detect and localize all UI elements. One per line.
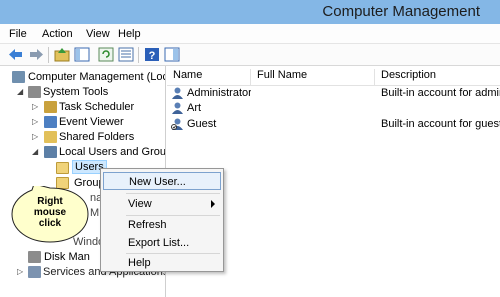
table-row[interactable]: Administrator Built-in account for admin… (167, 86, 500, 101)
user-disabled-icon (171, 118, 184, 130)
callout-line-1: Right (37, 196, 63, 207)
folder-icon (56, 162, 69, 174)
svg-text:?: ? (149, 50, 156, 62)
user-name: Art (187, 102, 202, 114)
expand-icon[interactable]: ▷ (32, 103, 40, 111)
window-title: Computer Management (322, 3, 480, 20)
disk-management-icon (28, 251, 41, 263)
menu-item-view-label: View (128, 198, 152, 210)
computer-management-icon (12, 71, 25, 83)
refresh-icon[interactable] (98, 47, 114, 62)
menu-item-help[interactable]: Help (103, 254, 221, 272)
services-icon (28, 266, 41, 278)
console-pane-icon[interactable] (164, 47, 180, 62)
submenu-arrow-icon (211, 200, 215, 208)
expand-icon[interactable]: ▷ (17, 268, 25, 276)
user-icon (171, 87, 184, 99)
context-menu: New User... View Refresh Export List... … (100, 168, 224, 272)
column-header-description[interactable]: Description (375, 69, 500, 85)
expand-icon[interactable]: ▷ (32, 133, 40, 141)
shared-folders-icon (44, 131, 57, 143)
right-click-callout: Right mouse click (10, 186, 94, 246)
tree-item-system-tools[interactable]: ◢ System Tools (0, 85, 165, 100)
tree-item-shared-folders[interactable]: ▷ Shared Folders (0, 130, 165, 145)
system-tools-icon (28, 86, 41, 98)
menu-separator (126, 193, 220, 194)
tree-item-task-scheduler[interactable]: ▷ Task Scheduler (0, 100, 165, 115)
menu-bar: File Action View Help (0, 24, 500, 44)
callout-line-3: click (38, 218, 62, 229)
menu-view[interactable]: View (86, 28, 110, 40)
users-groups-icon (44, 146, 57, 158)
collapse-icon[interactable]: ◢ (32, 148, 40, 156)
user-icon (171, 102, 184, 114)
column-header-name[interactable]: Name (167, 69, 251, 85)
toolbar-separator (48, 47, 49, 63)
forward-icon[interactable] (28, 47, 44, 62)
callout-line-2: mouse (33, 207, 67, 218)
show-hide-tree-icon[interactable] (74, 47, 90, 62)
export-list-icon[interactable] (118, 47, 134, 62)
user-description: Built-in account for admini (381, 87, 500, 99)
menu-item-new-user[interactable]: New User... (103, 172, 221, 190)
tree-item-computer-management[interactable]: Computer Management (Local (0, 70, 165, 85)
menu-help[interactable]: Help (118, 28, 141, 40)
table-row[interactable]: Art (167, 101, 500, 116)
up-folder-icon[interactable] (54, 47, 70, 62)
menu-item-view[interactable]: View (103, 195, 221, 213)
table-row[interactable]: Guest Built-in account for guest a (167, 117, 500, 132)
tree-item-event-viewer[interactable]: ▷ Event Viewer (0, 115, 165, 130)
user-description: Built-in account for guest a (381, 118, 500, 130)
back-icon[interactable] (8, 47, 24, 62)
event-viewer-icon (44, 116, 57, 128)
user-name: Guest (187, 118, 217, 130)
title-bar: Computer Management (0, 0, 500, 24)
menu-file[interactable]: File (9, 28, 27, 40)
toolbar-separator (138, 47, 139, 63)
column-header-full-name[interactable]: Full Name (251, 69, 375, 85)
menu-item-refresh[interactable]: Refresh (103, 216, 221, 234)
help-icon[interactable]: ? (144, 47, 160, 62)
menu-action[interactable]: Action (42, 28, 73, 40)
user-name: Administrator (187, 87, 251, 99)
task-scheduler-icon (44, 101, 57, 113)
menu-item-export-list[interactable]: Export List... (103, 234, 221, 252)
collapse-icon[interactable]: ◢ (17, 88, 25, 96)
expand-icon[interactable]: ▷ (32, 118, 40, 126)
toolbar: ? (0, 44, 500, 66)
tree-item-local-users-and-groups[interactable]: ◢ Local Users and Groups (0, 145, 165, 160)
